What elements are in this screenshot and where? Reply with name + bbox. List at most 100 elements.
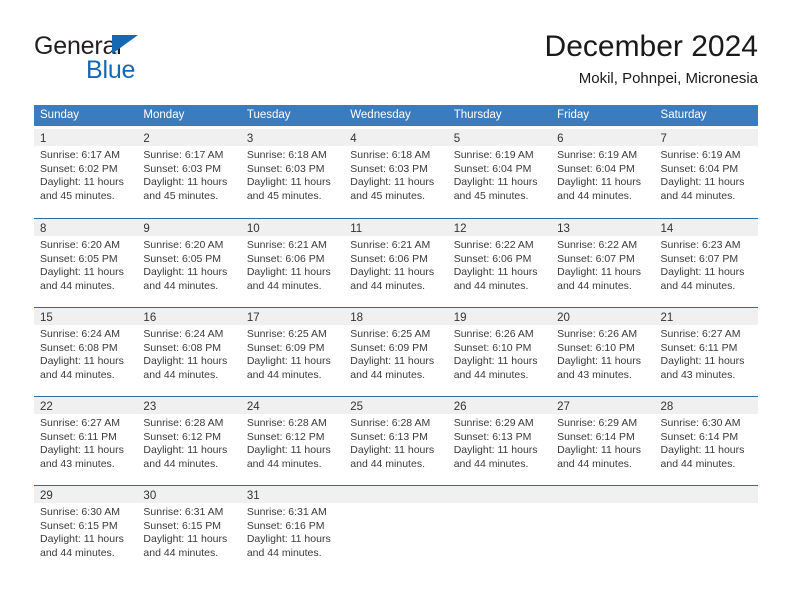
calendar-day-cell[interactable]: 17 Sunrise: 6:25 AM Sunset: 6:09 PM Dayligh… [240, 308, 345, 396]
calendar-day-cell[interactable]: 13 Sunrise: 6:22 AM Sunset: 6:07 PM Dayligh… [551, 219, 655, 307]
day-number-band [654, 486, 758, 503]
weekday-header-row: Sunday Monday Tuesday Wednesday Thursday Frid… [34, 105, 758, 126]
day-detail-line: Sunset: 6:04 PM [557, 162, 635, 175]
day-detail-line: and 44 minutes. [350, 368, 425, 381]
day-detail-line: Sunset: 6:11 PM [40, 430, 117, 443]
day-detail-line: and 44 minutes. [453, 368, 529, 381]
day-number: 26 [453, 401, 467, 413]
calendar-day-cell[interactable]: 5 Sunrise: 6:19 AM Sunset: 6:04 PM Daylight… [447, 129, 552, 218]
calendar-day-cell[interactable]: 14 Sunrise: 6:23 AM Sunset: 6:07 PM Dayligh… [654, 219, 758, 307]
day-detail-line: and 44 minutes. [40, 279, 115, 292]
calendar-day-cell[interactable]: 2 Sunrise: 6:17 AM Sunset: 6:03 PM Daylight… [137, 129, 241, 218]
calendar-day-cell[interactable]: 24 Sunrise: 6:28 AM Sunset: 6:12 PM Dayligh… [240, 397, 345, 485]
day-details: Sunrise: 6:29 AM Sunset: 6:13 PM Daylight:… [448, 414, 551, 471]
calendar-day-cell[interactable]: 6 Sunrise: 6:19 AM Sunset: 6:04 PM Daylight… [551, 129, 655, 218]
calendar-day-cell[interactable]: 16 Sunrise: 6:24 AM Sunset: 6:08 PM Dayligh… [137, 308, 241, 396]
day-detail-line: and 44 minutes. [246, 368, 322, 381]
day-detail-line: Sunrise: 6:20 AM [143, 239, 224, 251]
calendar-day-cell[interactable]: 22 Sunrise: 6:27 AM Sunset: 6:11 PM Dayligh… [34, 397, 138, 485]
calendar-day-cell[interactable]: 4 Sunrise: 6:18 AM Sunset: 6:03 PM Daylight… [344, 129, 448, 218]
day-detail-line: Sunset: 6:06 PM [453, 252, 532, 265]
day-detail-line: and 43 minutes. [40, 457, 115, 470]
day-detail-line: Daylight: 11 hours [350, 266, 435, 279]
day-detail-line: and 43 minutes. [557, 368, 632, 381]
day-details: Sunrise: 6:20 AM Sunset: 6:05 PM Daylight:… [34, 236, 137, 293]
day-detail-line: Sunrise: 6:21 AM [350, 239, 431, 251]
brand-logo[interactable]: General Blue [34, 32, 294, 88]
calendar-day-cell[interactable]: 8 Sunrise: 6:20 AM Sunset: 6:05 PM Daylight… [34, 219, 138, 307]
day-number-band: 17 [240, 308, 345, 325]
calendar-day-cell[interactable]: 20 Sunrise: 6:26 AM Sunset: 6:10 PM Dayligh… [551, 308, 655, 396]
day-number-band: 26 [447, 397, 552, 414]
day-detail-line: and 44 minutes. [246, 279, 322, 292]
day-detail-line: and 44 minutes. [660, 189, 736, 202]
day-detail-line: and 44 minutes. [246, 457, 322, 470]
day-detail-line: Sunset: 6:06 PM [246, 252, 325, 265]
day-details: Sunrise: 6:18 AM Sunset: 6:03 PM Daylight:… [344, 146, 447, 203]
calendar-day-cell[interactable]: 21 Sunrise: 6:27 AM Sunset: 6:11 PM Dayligh… [654, 308, 758, 396]
calendar-day-cell[interactable]: 1 Sunrise: 6:17 AM Sunset: 6:02 PM Daylight… [34, 129, 138, 218]
calendar-day-cell[interactable]: 7 Sunrise: 6:19 AM Sunset: 6:04 PM Daylight… [654, 129, 758, 218]
calendar-day-cell[interactable]: 27 Sunrise: 6:29 AM Sunset: 6:14 PM Dayligh… [551, 397, 655, 485]
calendar-day-cell[interactable]: 25 Sunrise: 6:28 AM Sunset: 6:13 PM Dayligh… [344, 397, 448, 485]
calendar-day-cell[interactable]: 18 Sunrise: 6:25 AM Sunset: 6:09 PM Dayligh… [344, 308, 448, 396]
triangle-logo-icon [112, 35, 138, 54]
calendar-day-cell[interactable]: 19 Sunrise: 6:26 AM Sunset: 6:10 PM Dayligh… [447, 308, 552, 396]
day-number: 22 [40, 401, 53, 413]
day-details: Sunrise: 6:30 AM Sunset: 6:14 PM Daylight:… [655, 414, 758, 471]
calendar-day-cell[interactable]: 11 Sunrise: 6:21 AM Sunset: 6:06 PM Dayligh… [344, 219, 448, 307]
day-number-band [344, 486, 448, 503]
day-detail-line: Daylight: 11 hours [246, 444, 331, 457]
day-detail-line: and 45 minutes. [143, 189, 219, 202]
day-detail-line: Daylight: 11 hours [350, 444, 435, 457]
calendar-day-cell[interactable]: 28 Sunrise: 6:30 AM Sunset: 6:14 PM Dayligh… [654, 397, 758, 485]
day-detail-line: Daylight: 11 hours [660, 266, 745, 279]
day-details: Sunrise: 6:19 AM Sunset: 6:04 PM Daylight:… [551, 146, 654, 203]
day-detail-line: Sunset: 6:12 PM [246, 430, 325, 443]
day-number-band: 19 [447, 308, 552, 325]
day-detail-line: and 44 minutes. [557, 189, 632, 202]
calendar-day-cell[interactable]: 3 Sunrise: 6:18 AM Sunset: 6:03 PM Daylight… [240, 129, 345, 218]
day-detail-line: Sunset: 6:08 PM [40, 341, 118, 354]
calendar-day-cell[interactable]: 31 Sunrise: 6:31 AM Sunset: 6:16 PM Dayligh… [240, 486, 345, 574]
day-number: 31 [246, 490, 260, 502]
day-details [344, 503, 447, 506]
day-number: 2 [143, 133, 150, 145]
day-detail-line: Sunset: 6:05 PM [40, 252, 118, 265]
day-detail-line: Daylight: 11 hours [143, 444, 228, 457]
calendar-grid: Sunday Monday Tuesday Wednesday Thursday Frid… [34, 105, 758, 574]
day-number: 18 [350, 312, 364, 324]
weekday-header-saturday: Saturday [660, 109, 707, 121]
day-number-band: 25 [344, 397, 448, 414]
calendar-day-cell[interactable]: 10 Sunrise: 6:21 AM Sunset: 6:06 PM Dayligh… [240, 219, 345, 307]
day-detail-line: Daylight: 11 hours [350, 176, 435, 189]
day-detail-line: Daylight: 11 hours [40, 533, 124, 546]
calendar-day-cell[interactable]: 23 Sunrise: 6:28 AM Sunset: 6:12 PM Dayligh… [137, 397, 241, 485]
day-details: Sunrise: 6:29 AM Sunset: 6:14 PM Daylight:… [551, 414, 654, 471]
day-number-band: 20 [551, 308, 655, 325]
day-detail-line: Daylight: 11 hours [453, 266, 538, 279]
calendar-day-cell-empty [551, 486, 655, 574]
calendar-day-cell[interactable]: 26 Sunrise: 6:29 AM Sunset: 6:13 PM Dayligh… [447, 397, 552, 485]
day-number-band: 2 [137, 129, 241, 146]
calendar-day-cell[interactable]: 12 Sunrise: 6:22 AM Sunset: 6:06 PM Dayligh… [447, 219, 552, 307]
calendar-day-cell[interactable]: 30 Sunrise: 6:31 AM Sunset: 6:15 PM Dayligh… [137, 486, 241, 574]
day-detail-line: Daylight: 11 hours [143, 533, 228, 546]
day-detail-line: and 44 minutes. [660, 457, 736, 470]
day-detail-line: and 44 minutes. [453, 279, 529, 292]
day-detail-line: Sunset: 6:13 PM [453, 430, 532, 443]
day-detail-line: Sunrise: 6:27 AM [660, 328, 741, 340]
day-detail-line: Sunrise: 6:26 AM [557, 328, 638, 340]
day-detail-line: Sunrise: 6:24 AM [40, 328, 120, 340]
day-detail-line: Sunrise: 6:25 AM [350, 328, 431, 340]
day-detail-line: Sunset: 6:08 PM [143, 341, 222, 354]
calendar-day-cell[interactable]: 15 Sunrise: 6:24 AM Sunset: 6:08 PM Dayligh… [34, 308, 138, 396]
day-detail-line: Sunrise: 6:21 AM [246, 239, 327, 251]
calendar-day-cell[interactable]: 29 Sunrise: 6:30 AM Sunset: 6:15 PM Dayligh… [34, 486, 138, 574]
day-number: 19 [453, 312, 467, 324]
calendar-day-cell[interactable]: 9 Sunrise: 6:20 AM Sunset: 6:05 PM Daylight… [137, 219, 241, 307]
day-detail-line: and 44 minutes. [246, 546, 322, 559]
day-detail-line: Sunrise: 6:24 AM [143, 328, 224, 340]
page-title: December 2024 [544, 30, 758, 63]
day-detail-line: and 45 minutes. [246, 189, 322, 202]
